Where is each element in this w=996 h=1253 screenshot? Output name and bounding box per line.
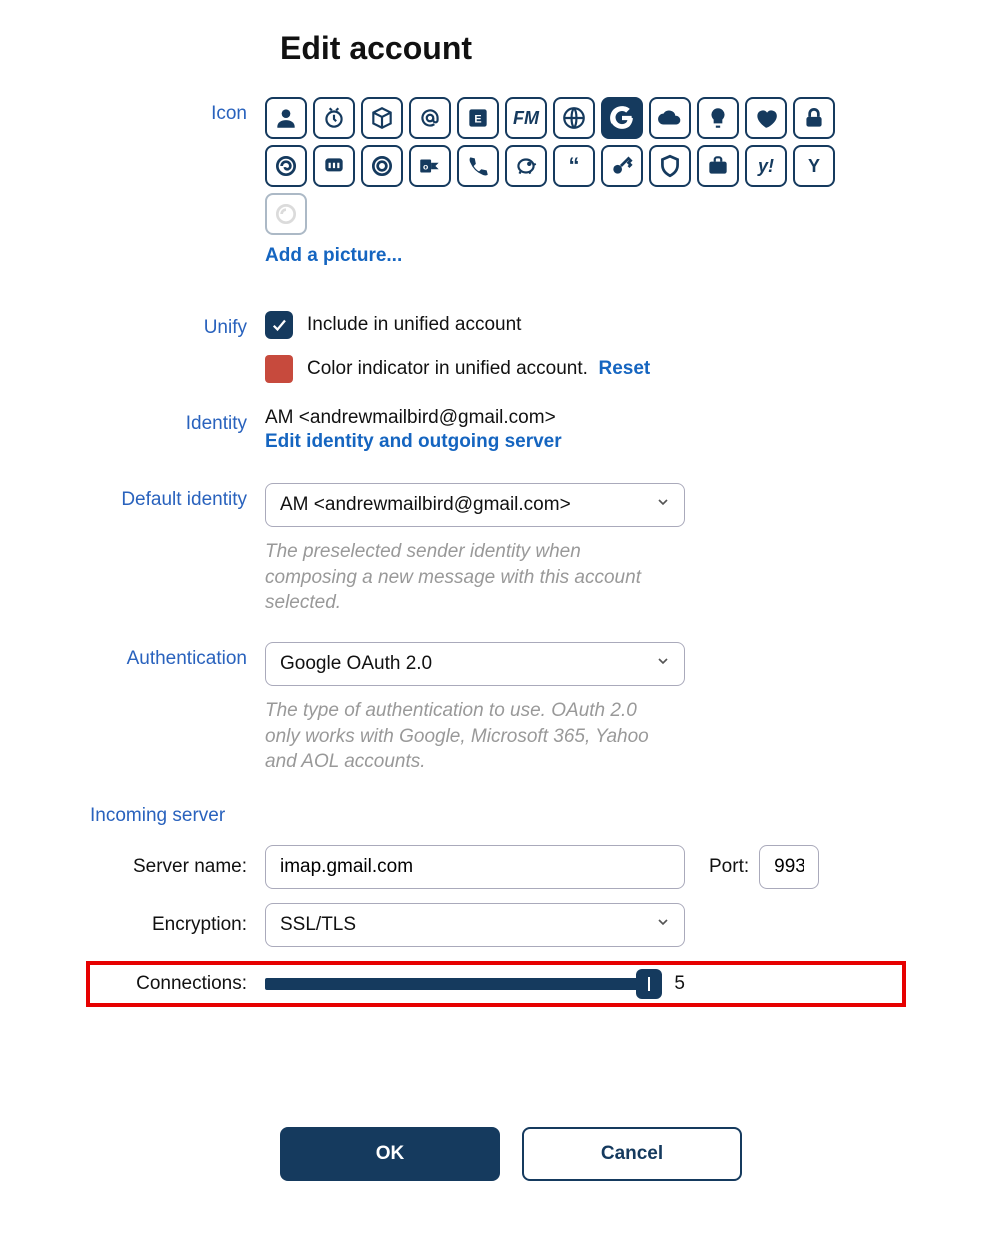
include-unified-checkbox[interactable]	[265, 311, 293, 339]
port-label: Port:	[709, 856, 749, 878]
bulb-icon[interactable]	[697, 97, 739, 139]
color-indicator-swatch[interactable]	[265, 355, 293, 383]
clock-icon[interactable]	[313, 97, 355, 139]
shield-icon[interactable]	[649, 145, 691, 187]
server-name-label: Server name:	[90, 856, 265, 878]
person-icon[interactable]	[265, 97, 307, 139]
include-unified-label: Include in unified account	[307, 314, 521, 336]
circle-o-icon[interactable]	[361, 145, 403, 187]
lock-icon[interactable]	[793, 97, 835, 139]
cube-icon[interactable]	[361, 97, 403, 139]
connections-slider[interactable]	[265, 978, 662, 990]
encryption-select[interactable]: SSL/TLS	[265, 903, 685, 947]
connections-value: 5	[674, 973, 685, 995]
exchange-icon[interactable]: E	[457, 97, 499, 139]
svg-text:o: o	[423, 161, 428, 171]
key-icon[interactable]	[601, 145, 643, 187]
authentication-helper: The type of authentication to use. OAuth…	[265, 698, 675, 775]
incoming-server-header: Incoming server	[90, 805, 906, 827]
identity-label: Identity	[90, 407, 265, 435]
mastodon-icon[interactable]	[313, 145, 355, 187]
cloud-icon[interactable]	[649, 97, 691, 139]
page-title: Edit account	[280, 30, 906, 67]
globe-icon[interactable]	[553, 97, 595, 139]
port-input[interactable]	[759, 845, 819, 889]
connections-label: Connections:	[90, 973, 265, 995]
google-icon[interactable]	[601, 97, 643, 139]
identity-value: AM <andrewmailbird@gmail.com>	[265, 407, 705, 429]
edit-identity-link[interactable]: Edit identity and outgoing server	[265, 431, 705, 453]
quote-icon[interactable]: “	[553, 145, 595, 187]
add-picture-link[interactable]: Add a picture...	[265, 245, 402, 266]
icon-grid: E FM o “ y! Y	[265, 97, 845, 235]
default-identity-select[interactable]: AM <andrewmailbird@gmail.com>	[265, 483, 685, 527]
cancel-button[interactable]: Cancel	[522, 1127, 742, 1181]
phone-icon[interactable]	[457, 145, 499, 187]
outlook-icon[interactable]: o	[409, 145, 451, 187]
default-identity-helper: The preselected sender identity when com…	[265, 539, 675, 616]
icon-label: Icon	[90, 97, 265, 125]
fm-icon[interactable]: FM	[505, 97, 547, 139]
authentication-label: Authentication	[90, 642, 265, 670]
briefcase-icon[interactable]	[697, 145, 739, 187]
authentication-select[interactable]: Google OAuth 2.0	[265, 642, 685, 686]
at-icon[interactable]	[409, 97, 451, 139]
color-indicator-label: Color indicator in unified account.	[307, 358, 588, 380]
connections-highlight: Connections: 5	[86, 961, 906, 1007]
swirl-icon[interactable]	[265, 145, 307, 187]
heart-icon[interactable]	[745, 97, 787, 139]
custom-icon[interactable]	[265, 193, 307, 235]
slider-thumb[interactable]	[636, 969, 662, 999]
svg-text:E: E	[474, 113, 481, 125]
ok-button[interactable]: OK	[280, 1127, 500, 1181]
yahoo-icon[interactable]: y!	[745, 145, 787, 187]
default-identity-label: Default identity	[90, 483, 265, 511]
unify-label: Unify	[90, 311, 265, 339]
y-icon[interactable]: Y	[793, 145, 835, 187]
piggy-icon[interactable]	[505, 145, 547, 187]
encryption-label: Encryption:	[90, 914, 265, 936]
server-name-input[interactable]	[265, 845, 685, 889]
reset-color-link[interactable]: Reset	[599, 358, 651, 380]
